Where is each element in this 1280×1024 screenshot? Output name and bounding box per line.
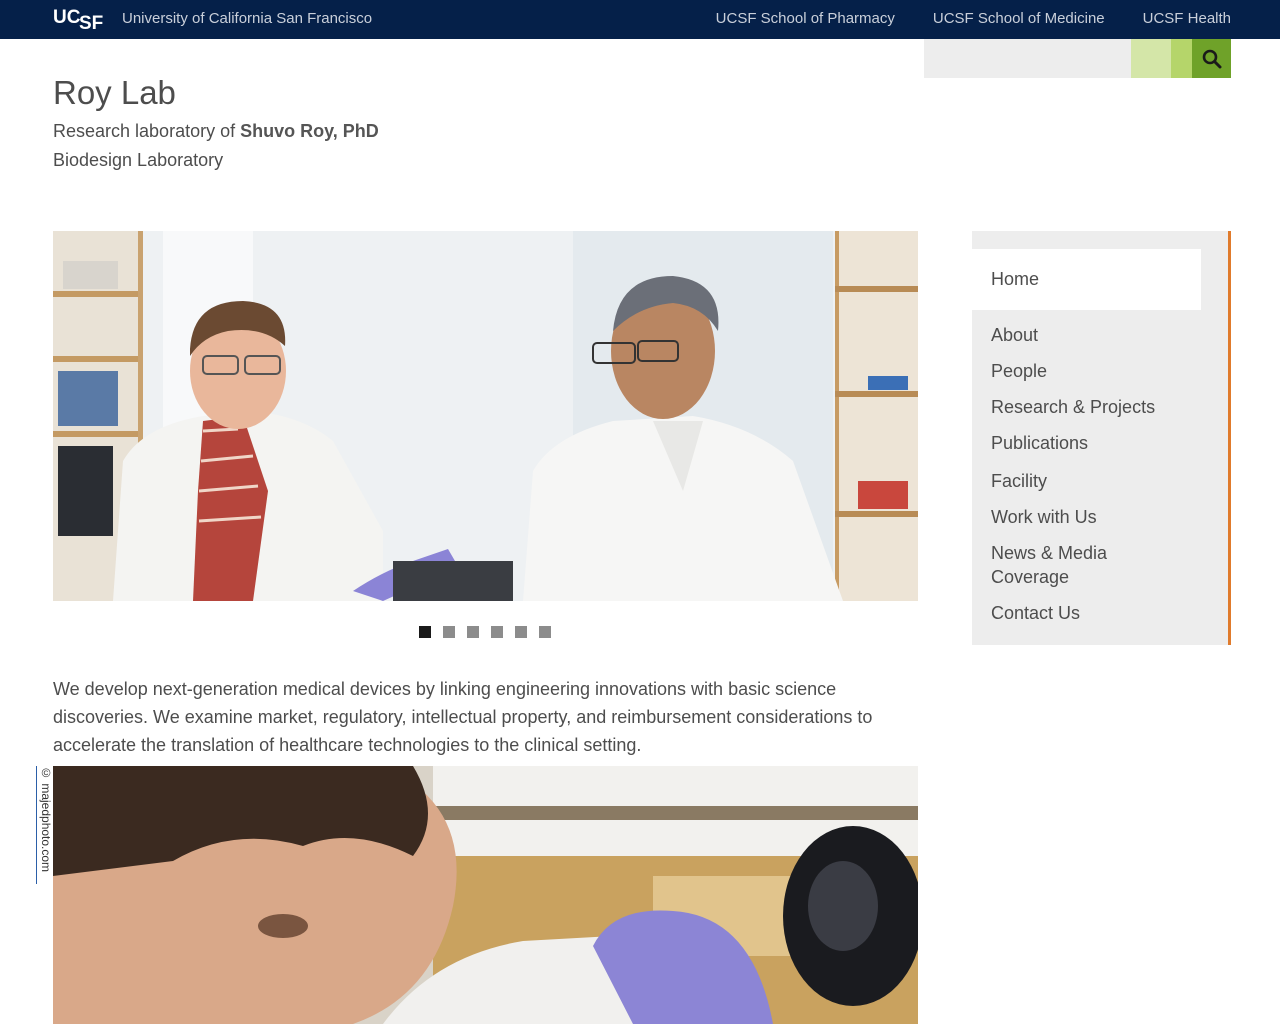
nav-item-work-with-us[interactable]: Work with Us xyxy=(991,505,1191,529)
search-icon xyxy=(1202,49,1221,68)
nav-item-publications[interactable]: Publications xyxy=(991,431,1191,455)
search-accent-mid xyxy=(1171,39,1192,78)
researcher-at-bench-photo xyxy=(53,766,918,1024)
top-links: UCSF School of Pharmacy UCSF School of M… xyxy=(716,10,1231,27)
slide-dot-4[interactable] xyxy=(491,626,503,638)
nav-item-people[interactable]: People xyxy=(991,359,1191,383)
photo-credit-text: © majedphoto.com xyxy=(39,766,53,873)
sidebar-nav: Home About People Research & Projects Pu… xyxy=(972,231,1231,645)
nav-item-news-media[interactable]: News & Media Coverage xyxy=(991,541,1151,589)
photo-credit: © majedphoto.com xyxy=(36,766,53,884)
slide-dot-5[interactable] xyxy=(515,626,527,638)
nav-item-contact-us[interactable]: Contact Us xyxy=(991,601,1191,625)
site-subtitle: Research laboratory of Shuvo Roy, PhD xyxy=(53,121,379,142)
medicine-link[interactable]: UCSF School of Medicine xyxy=(933,10,1105,27)
lab-affiliation: Biodesign Laboratory xyxy=(53,150,224,170)
pharmacy-link[interactable]: UCSF School of Pharmacy xyxy=(716,10,895,27)
nav-item-facility[interactable]: Facility xyxy=(991,469,1191,493)
top-bar: UC SF University of California San Franc… xyxy=(0,0,1280,39)
ucsf-logo-icon: UC SF xyxy=(53,7,103,31)
nav-item-home[interactable]: Home xyxy=(991,267,1191,291)
university-link[interactable]: University of California San Francisco xyxy=(122,10,372,27)
slide-dot-6[interactable] xyxy=(539,626,551,638)
svg-text:SF: SF xyxy=(79,13,103,31)
nav-item-research-projects[interactable]: Research & Projects xyxy=(991,395,1191,419)
health-link[interactable]: UCSF Health xyxy=(1143,10,1231,27)
svg-text:UC: UC xyxy=(53,7,81,28)
search-button[interactable] xyxy=(1192,39,1231,78)
search-accent-light xyxy=(1131,39,1171,78)
intro-paragraph: We develop next-generation medical devic… xyxy=(53,679,873,755)
slideshow-pager xyxy=(419,626,551,638)
lab-researchers-photo xyxy=(53,231,918,601)
researcher-photo xyxy=(53,766,918,1024)
site-title[interactable]: Roy Lab xyxy=(53,74,176,112)
nav-item-about[interactable]: About xyxy=(991,323,1191,347)
pi-name: Shuvo Roy, PhD xyxy=(240,121,379,141)
search-input[interactable] xyxy=(924,39,1131,78)
slide-dot-3[interactable] xyxy=(467,626,479,638)
slide-dot-1[interactable] xyxy=(419,626,431,638)
slide-dot-2[interactable] xyxy=(443,626,455,638)
slideshow-image xyxy=(53,231,918,601)
ucsf-logo[interactable]: UC SF xyxy=(53,5,105,31)
subtitle-prefix: Research laboratory of xyxy=(53,121,241,141)
